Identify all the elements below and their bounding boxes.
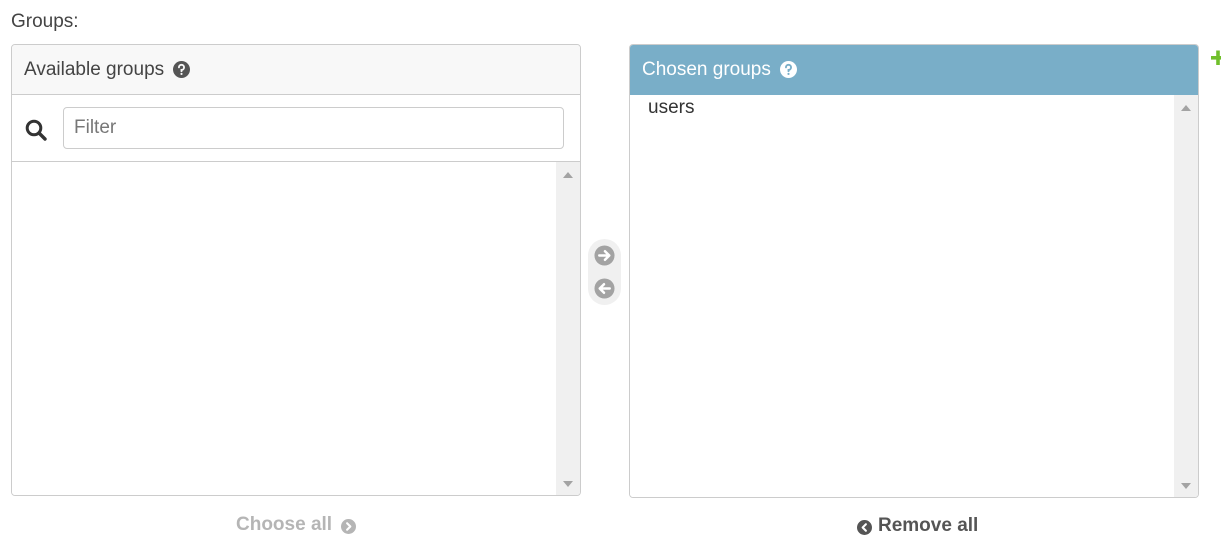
- help-icon[interactable]: [779, 61, 797, 78]
- chevron-left-circle-icon: [857, 520, 872, 535]
- scroll-down-arrow-icon[interactable]: [563, 481, 573, 487]
- scroll-up-arrow-icon[interactable]: [1181, 105, 1191, 111]
- chosen-list-scrollbar[interactable]: [1174, 95, 1198, 497]
- choose-all-button[interactable]: Choose all: [236, 514, 357, 536]
- available-groups-box: Available groups: [11, 44, 581, 496]
- search-icon: [25, 119, 47, 141]
- available-list-scrollbar[interactable]: [556, 162, 580, 495]
- available-groups-header: Available groups: [12, 45, 580, 95]
- chosen-groups-header: Chosen groups: [630, 45, 1198, 95]
- filter-input[interactable]: [63, 107, 564, 149]
- remove-all-button[interactable]: Remove all: [857, 515, 978, 537]
- remove-all-label: Remove all: [878, 515, 979, 536]
- chosen-groups-title: Chosen groups: [642, 58, 771, 80]
- filter-row: [12, 95, 580, 162]
- choose-all-label: Choose all: [236, 514, 333, 535]
- add-related-plus-icon[interactable]: [1211, 49, 1221, 67]
- selector-chooser: [588, 239, 621, 305]
- scroll-down-arrow-icon[interactable]: [1181, 483, 1191, 489]
- scroll-up-arrow-icon[interactable]: [563, 172, 573, 178]
- chevron-right-circle-icon: [341, 519, 357, 534]
- add-selected-arrow-icon[interactable]: [594, 245, 615, 266]
- help-icon[interactable]: [173, 61, 191, 78]
- available-groups-list[interactable]: [12, 162, 580, 495]
- groups-field-label: Groups:: [11, 11, 79, 32]
- chosen-groups-list[interactable]: users: [630, 95, 1198, 497]
- chosen-groups-box: Chosen groups users: [629, 44, 1199, 498]
- available-groups-title: Available groups: [24, 58, 165, 80]
- remove-selected-arrow-icon[interactable]: [594, 278, 615, 299]
- list-item[interactable]: users: [648, 97, 694, 119]
